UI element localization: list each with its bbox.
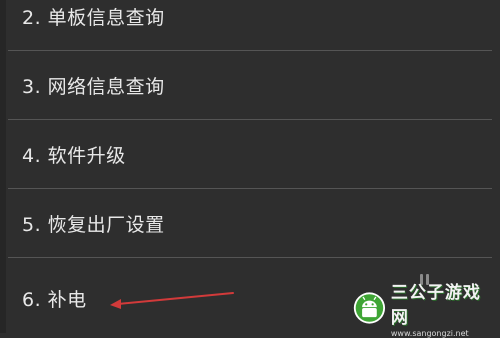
menu-item-software-upgrade[interactable]: 4. 软件升级 [0,120,500,188]
site-watermark: 三公子游戏网 www.sangongzi.net [352,283,490,338]
left-edge-shadow [0,0,6,333]
watermark-text: 三公子游戏网 www.sangongzi.net [391,278,490,338]
android-robot-icon [353,292,386,324]
menu-item-factory-reset[interactable]: 5. 恢复出厂设置 [0,189,500,257]
menu-item-label: 5. 恢复出厂设置 [22,213,165,236]
menu-item-label: 4. 软件升级 [22,144,126,167]
menu-item-label: 3. 网络信息查询 [22,75,165,98]
menu-item-label: 2. 单板信息查询 [22,6,165,29]
watermark-url: www.sangongzi.net [390,329,469,338]
menu-item-board-info[interactable]: 2. 单板信息查询 [0,0,500,50]
menu-item-label: 6. 补电 [22,288,87,311]
divider [8,257,492,258]
menu-item-network-info[interactable]: 3. 网络信息查询 [0,51,500,119]
watermark-site-name: 三公子游戏网 [390,283,481,328]
